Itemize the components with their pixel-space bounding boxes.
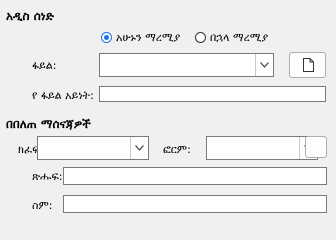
file-type-input[interactable] [99, 86, 326, 102]
text-input[interactable] [63, 167, 327, 185]
file-dropdown-button[interactable] [255, 54, 273, 76]
file-icon [303, 58, 314, 72]
frame-dropdown-button[interactable] [130, 137, 148, 159]
chevron-down-icon [260, 62, 269, 68]
text-label: ጽሑፍ: [32, 170, 63, 183]
radio-now-label[interactable]: አሁኑን ማረሚያ [116, 31, 180, 45]
name-input[interactable] [63, 195, 327, 213]
radio-now[interactable] [101, 32, 112, 43]
section-title-advanced: በበለጠ ማሰናጃዎች [6, 117, 91, 131]
chevron-down-icon [135, 145, 144, 151]
file-combobox[interactable] [99, 53, 274, 77]
section-title-new-document: አዲስ ሰነድ [6, 9, 54, 23]
file-label: ፋይል: [32, 59, 57, 72]
frame-combobox[interactable] [37, 136, 149, 160]
form-combobox[interactable] [206, 136, 318, 160]
radio-later-label[interactable]: በኋላ ማረሚያ [210, 31, 268, 45]
form-label: ፎርም: [163, 143, 191, 156]
name-label: ስም: [32, 199, 53, 212]
radio-later[interactable] [195, 32, 206, 43]
file-type-label: የ ፋይል አይነት: [32, 89, 94, 102]
form-browse-button[interactable] [305, 136, 327, 158]
new-file-button[interactable] [289, 52, 326, 78]
